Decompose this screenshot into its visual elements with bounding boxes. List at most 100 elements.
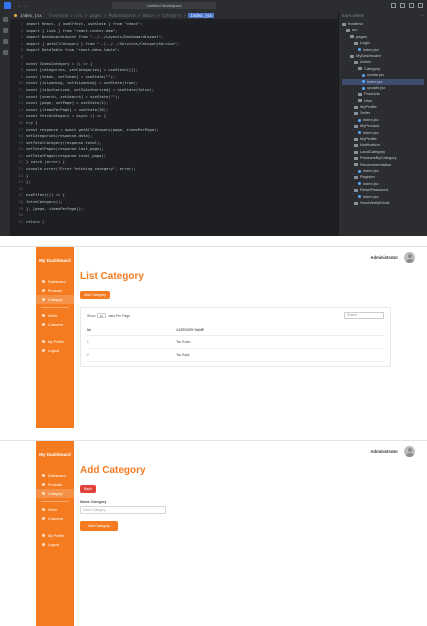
- page-title: Add Category: [80, 465, 146, 476]
- tree-label: SendVerifyEmail: [360, 199, 390, 205]
- code-line[interactable]: 20 setTotalPages(response.last_page);: [10, 146, 338, 153]
- code-line[interactable]: 23 console.error("Error fetching categor…: [10, 166, 338, 173]
- code-text: }, [page, itemsPerPage]);: [26, 205, 84, 211]
- line-number: 6: [20, 53, 23, 59]
- sidebar-item-seller[interactable]: Seller: [36, 505, 74, 514]
- code-line[interactable]: 7 const IndexCategory = () => {: [10, 61, 338, 68]
- code-line[interactable]: 13 const [page, setPage] = useState(1);: [10, 100, 338, 107]
- code-line[interactable]: 19 setTotalCategory(response.total);: [10, 140, 338, 147]
- source-control-icon[interactable]: [2, 39, 8, 44]
- col-header-no[interactable]: No: [87, 325, 177, 336]
- code-line[interactable]: 9 const [token, setToken] = useState("")…: [10, 74, 338, 81]
- sidebar-item-dashboard[interactable]: Dashboard: [36, 471, 74, 480]
- code-line[interactable]: 18 setCategories(response.data);: [10, 133, 338, 140]
- cell-category-name: Tas Rajut: [176, 348, 384, 362]
- sidebar-item-category[interactable]: Category: [36, 489, 74, 498]
- line-number: 12: [18, 93, 23, 99]
- line-number: 21: [18, 152, 23, 158]
- sidebar-item-category[interactable]: Category: [36, 295, 74, 304]
- layout-icon[interactable]: [400, 3, 405, 8]
- workspace-search[interactable]: Untitled Workspace: [112, 2, 217, 9]
- name-category-input[interactable]: Name Category...: [80, 506, 166, 514]
- code-line[interactable]: 24 }: [10, 173, 338, 180]
- explorer-title: EXPLORER: [342, 13, 364, 18]
- line-number: 16: [18, 119, 23, 125]
- sidebar-item-products[interactable]: Products: [36, 286, 74, 295]
- breadcrumb-current[interactable]: index.jsx: [188, 12, 215, 18]
- add-category-button[interactable]: Add Category: [80, 291, 110, 299]
- sidebar-nav: Dashboard Products Category Seller Customer M…: [36, 471, 74, 549]
- code-line[interactable]: 6: [10, 54, 338, 61]
- table-row[interactable]: 2 Tas Rajut: [87, 348, 384, 362]
- submit-add-category-button[interactable]: Add Category: [80, 521, 118, 531]
- avatar[interactable]: [404, 251, 415, 263]
- sidebar-item-dashboard[interactable]: Dashboard: [36, 277, 74, 286]
- nav-icon: [42, 543, 45, 546]
- code-line[interactable]: 14 const [itemsPerPage] = useState(10);: [10, 107, 338, 114]
- code-line[interactable]: 8 const [categories, setCategories] = us…: [10, 67, 338, 74]
- entries-select[interactable]: 10: [97, 313, 107, 318]
- user-name: Administrator: [370, 254, 398, 260]
- line-number: 7: [20, 60, 23, 66]
- code-line[interactable]: 16 try {: [10, 120, 338, 127]
- files-icon[interactable]: [2, 17, 8, 22]
- sidebar-item-customer[interactable]: Customer: [36, 514, 74, 523]
- sidebar-item-my-profile[interactable]: My Profile: [36, 337, 74, 346]
- code-line[interactable]: 21 setTotalPages(response.total_page);: [10, 153, 338, 160]
- line-number: 8: [20, 67, 23, 73]
- code-line[interactable]: 29 }, [page, itemsPerPage]);: [10, 206, 338, 213]
- col-header-name[interactable]: CATEGORY NAME: [176, 325, 384, 336]
- sidebar-item-products[interactable]: Products: [36, 480, 74, 489]
- sidebar-item-my-profile[interactable]: My Profile: [36, 531, 74, 540]
- extensions-icon[interactable]: [2, 50, 8, 55]
- layout-icon[interactable]: [391, 3, 396, 8]
- code-line[interactable]: 31 return (: [10, 219, 338, 226]
- code-line[interactable]: 1 import React, { useEffect, useState } f…: [10, 21, 338, 28]
- sidebar-item-customer[interactable]: Customer: [36, 320, 74, 329]
- line-number: 18: [18, 133, 23, 139]
- brand-title[interactable]: My Dashboard: [36, 441, 74, 471]
- back-button[interactable]: Back: [80, 485, 96, 493]
- line-number: 10: [18, 80, 23, 86]
- code-line[interactable]: 30: [10, 212, 338, 219]
- close-icon[interactable]: [418, 3, 423, 8]
- editor-titlebar: ← → Untitled Workspace: [0, 0, 427, 11]
- code-pane: index.jsx frontend > src > pages > MyDas…: [10, 11, 338, 236]
- maximize-icon[interactable]: [409, 3, 414, 8]
- code-line[interactable]: 15 const fetchCategory = async () => {: [10, 113, 338, 120]
- avatar[interactable]: [404, 445, 415, 457]
- code-line[interactable]: 28 fetchCategory();: [10, 199, 338, 206]
- nav-icon: [42, 508, 45, 511]
- code-line[interactable]: 26: [10, 186, 338, 193]
- code-line[interactable]: 27 useEffect(() => {: [10, 192, 338, 199]
- code-line[interactable]: 10 const [isLoading, setIsLoading] = use…: [10, 80, 338, 87]
- code-line[interactable]: 5 import DataTable from "react-data-table…: [10, 47, 338, 54]
- explorer-actions-icon[interactable]: ⋯: [420, 13, 424, 18]
- code-line[interactable]: 25 };: [10, 179, 338, 186]
- brand-title[interactable]: My Dashboard: [36, 247, 74, 277]
- search-input[interactable]: Search ...: [344, 312, 384, 319]
- sidebar-item-logout[interactable]: Logout: [36, 540, 74, 549]
- line-number: 14: [18, 106, 23, 112]
- code-line[interactable]: 3 import DashboardLayout from "../../Layo…: [10, 34, 338, 41]
- tree-folder[interactable]: SendVerifyEmail: [342, 200, 424, 206]
- search-icon[interactable]: [2, 28, 8, 33]
- code-line[interactable]: 11 const [isAuthorized, setIsAuthorized]…: [10, 87, 338, 94]
- nav-arrows-icon[interactable]: ← →: [17, 3, 28, 9]
- table-row[interactable]: 1 Tas Rotan: [87, 335, 384, 349]
- code-lines[interactable]: 1 import React, { useEffect, useState } f…: [10, 19, 338, 225]
- folder-icon: [354, 112, 358, 116]
- code-line[interactable]: 17 const response = await getAllCategory…: [10, 127, 338, 134]
- code-line[interactable]: 12 const [search, setSearch] = useState(…: [10, 94, 338, 101]
- file-icon: [358, 48, 361, 52]
- editor-tab[interactable]: index.jsx frontend > src > pages > MyDas…: [10, 11, 338, 19]
- line-number: 26: [18, 185, 23, 191]
- list-category-page: My Dashboard Dashboard Products Category Se…: [0, 246, 427, 428]
- code-line[interactable]: 2 import { Link } from "react-router-dom"…: [10, 28, 338, 35]
- sidebar-item-logout[interactable]: Logout: [36, 346, 74, 355]
- field-label: Name Category: [80, 500, 107, 504]
- code-line[interactable]: 4 import { getAllCategory } from "../../.…: [10, 41, 338, 48]
- code-text: const response = await getAllCategory(pa…: [26, 126, 159, 132]
- sidebar-item-seller[interactable]: Seller: [36, 311, 74, 320]
- code-line[interactable]: 22 } catch (error) {: [10, 159, 338, 166]
